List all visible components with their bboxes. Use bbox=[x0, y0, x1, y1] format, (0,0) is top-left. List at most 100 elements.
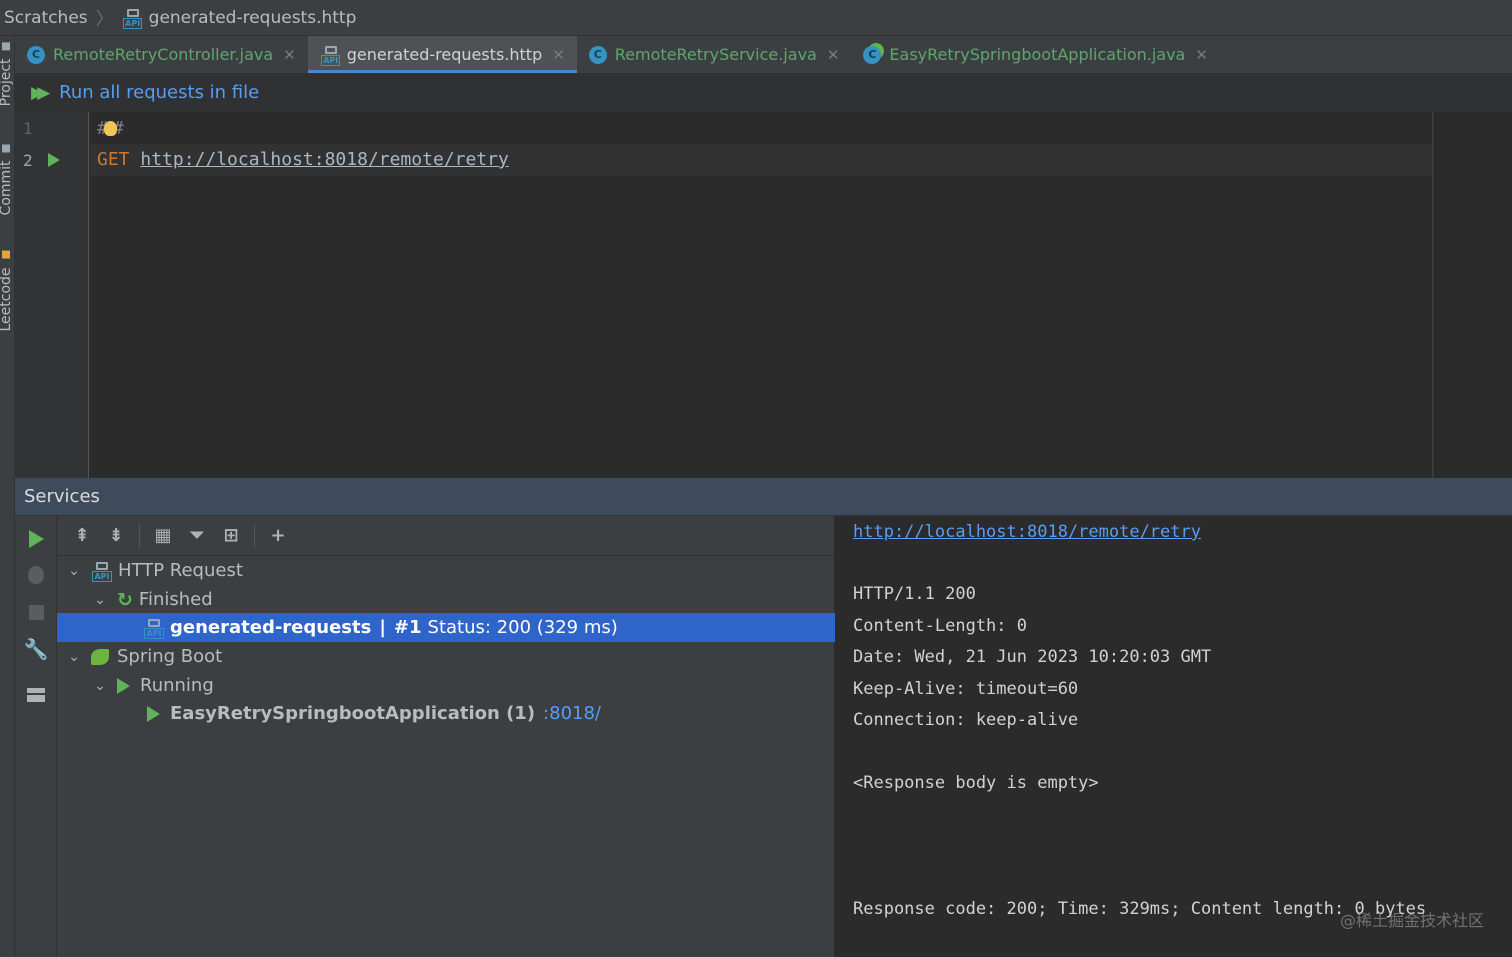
tree-label: HTTP Request bbox=[118, 560, 243, 581]
leetcode-tool-tab[interactable]: Leetcode bbox=[0, 251, 14, 332]
run-icon bbox=[28, 530, 44, 548]
add-service-icon[interactable]: + bbox=[267, 525, 289, 547]
close-icon[interactable]: ✕ bbox=[827, 46, 840, 64]
run-all-bar: ▶▶ Run all requests in file bbox=[15, 74, 1512, 112]
new-tab-icon[interactable]: ⊞ bbox=[220, 525, 242, 547]
settings-button[interactable]: 🔧 bbox=[23, 637, 49, 661]
tab-easy-retry-springboot-application[interactable]: C EasyRetrySpringbootApplication.java ✕ bbox=[851, 36, 1220, 73]
services-toolbar: ⇞ ⇟ ▦ ⏷ ⊞ + bbox=[57, 516, 835, 556]
response-url-link[interactable]: http://localhost:8018/remote/retry bbox=[853, 522, 1201, 542]
request-url[interactable]: http://localhost:8018/remote/retry bbox=[140, 149, 508, 170]
run-button[interactable] bbox=[25, 528, 47, 550]
breadcrumb-separator-icon: 〉 bbox=[95, 8, 114, 30]
services-tree-panel: ⇞ ⇟ ▦ ⏷ ⊞ + ⌄ API HTTP Request ⌄ ↻ Finis… bbox=[57, 516, 835, 957]
stop-icon bbox=[28, 604, 44, 620]
request-status: Status: 200 (329 ms) bbox=[427, 617, 618, 638]
editor-tab-bar: C RemoteRetryController.java ✕ API gener… bbox=[15, 36, 1512, 74]
http-request-icon: API bbox=[91, 560, 113, 582]
close-icon[interactable]: ✕ bbox=[283, 46, 296, 64]
http-request-icon: API bbox=[143, 617, 165, 639]
folder-icon bbox=[2, 42, 10, 50]
tree-label: Spring Boot bbox=[117, 646, 223, 667]
class-icon: C bbox=[27, 45, 45, 64]
tree-label: Running bbox=[140, 675, 214, 696]
run-all-requests-link[interactable]: Run all requests in file bbox=[59, 82, 259, 103]
lightbulb-icon[interactable] bbox=[103, 121, 117, 136]
group-by-icon[interactable]: ▦ bbox=[152, 525, 174, 547]
wrench-icon: 🔧 bbox=[23, 637, 49, 661]
chevron-down-icon[interactable]: ⌄ bbox=[93, 592, 107, 608]
run-request-icon[interactable] bbox=[48, 153, 60, 167]
layout-icon bbox=[27, 688, 45, 702]
code-editor[interactable]: 1 2 # # GET http://localhost:8018/remote/… bbox=[15, 112, 1512, 478]
app-port-link[interactable]: :8018/ bbox=[543, 703, 601, 724]
services-title: Services bbox=[24, 486, 100, 507]
running-icon bbox=[117, 677, 130, 694]
leetcode-tab-label: Leetcode bbox=[0, 267, 14, 332]
project-tab-label: Project bbox=[0, 58, 14, 107]
commit-tool-tab[interactable]: Commit bbox=[0, 144, 14, 215]
tab-label: EasyRetrySpringbootApplication.java bbox=[889, 45, 1186, 64]
close-icon[interactable]: ✕ bbox=[552, 46, 565, 64]
request-name: generated-requests bbox=[170, 617, 372, 638]
editor-scrollbar[interactable] bbox=[1433, 112, 1512, 478]
tab-remote-retry-controller[interactable]: C RemoteRetryController.java ✕ bbox=[15, 36, 308, 73]
services-sidebar: 🔧 bbox=[15, 516, 57, 957]
expand-all-icon[interactable]: ⇞ bbox=[71, 525, 93, 547]
response-header: Content-Length: 0 bbox=[853, 616, 1027, 636]
response-header: Keep-Alive: timeout=60 bbox=[853, 679, 1079, 699]
code-line-2: GET http://localhost:8018/remote/retry bbox=[97, 149, 509, 170]
tab-generated-requests[interactable]: API generated-requests.http ✕ bbox=[307, 36, 577, 73]
tab-remote-retry-service[interactable]: C RemoteRetryService.java ✕ bbox=[577, 36, 852, 73]
response-header: Date: Wed, 21 Jun 2023 10:20:03 GMT bbox=[853, 647, 1212, 667]
stop-button[interactable] bbox=[25, 601, 47, 623]
running-icon bbox=[147, 705, 160, 722]
commit-icon bbox=[2, 144, 10, 152]
tree-label: Finished bbox=[138, 589, 213, 610]
response-body: <Response body is empty> bbox=[853, 773, 1099, 793]
request-number: #1 bbox=[393, 617, 422, 638]
project-tool-tab[interactable]: Project bbox=[0, 42, 14, 106]
tree-node-easy-retry-app[interactable]: EasyRetrySpringbootApplication (1) :8018… bbox=[57, 699, 835, 728]
tree-node-generated-requests[interactable]: API generated-requests | #1 Status: 200 … bbox=[57, 613, 835, 642]
tab-label: RemoteRetryService.java bbox=[614, 45, 817, 64]
spring-boot-icon bbox=[91, 648, 109, 665]
filter-icon[interactable]: ⏷ bbox=[186, 525, 208, 547]
chevron-down-icon[interactable]: ⌄ bbox=[67, 649, 81, 665]
spring-class-icon: C bbox=[863, 45, 882, 64]
toolbar-separator bbox=[254, 523, 255, 548]
tree-node-finished[interactable]: ⌄ ↻ Finished bbox=[57, 585, 835, 614]
line-number: 1 bbox=[23, 119, 33, 138]
response-panel: http://localhost:8018/remote/retry HTTP/… bbox=[835, 516, 1512, 957]
breadcrumb: Scratches 〉 API generated-requests.http bbox=[0, 0, 1512, 36]
http-file-icon: API bbox=[320, 44, 342, 66]
response-header: Connection: keep-alive bbox=[853, 710, 1079, 730]
tree-node-http-request[interactable]: ⌄ API HTTP Request bbox=[57, 556, 835, 585]
chevron-down-icon[interactable]: ⌄ bbox=[67, 563, 81, 579]
chevron-down-icon[interactable]: ⌄ bbox=[93, 678, 107, 694]
request-separator: | bbox=[379, 617, 386, 638]
breadcrumb-root[interactable]: Scratches bbox=[4, 8, 88, 28]
response-status-line: HTTP/1.1 200 bbox=[853, 584, 976, 604]
tree-node-spring-boot[interactable]: ⌄ Spring Boot bbox=[57, 642, 835, 671]
class-icon: C bbox=[588, 45, 607, 64]
line-number: 2 bbox=[23, 151, 33, 170]
tree-node-running[interactable]: ⌄ Running bbox=[57, 671, 835, 700]
leetcode-icon bbox=[2, 251, 10, 259]
watermark: @稀土掘金技术社区 bbox=[1339, 911, 1484, 930]
debug-icon bbox=[28, 566, 44, 584]
editor-gutter: 1 2 bbox=[15, 112, 89, 478]
close-icon[interactable]: ✕ bbox=[1195, 46, 1208, 64]
http-file-icon: API bbox=[122, 7, 144, 29]
breadcrumb-file[interactable]: generated-requests.http bbox=[149, 8, 357, 28]
debug-button[interactable] bbox=[25, 564, 47, 586]
run-all-icon[interactable]: ▶▶ bbox=[31, 83, 50, 103]
app-name: EasyRetrySpringbootApplication (1) bbox=[170, 703, 536, 724]
collapse-all-icon[interactable]: ⇟ bbox=[105, 525, 127, 547]
left-tool-strip: Project Commit Leetcode bbox=[0, 36, 15, 957]
code-line-1: # # bbox=[97, 118, 124, 139]
tab-label: generated-requests.http bbox=[346, 45, 543, 64]
toolbar-separator bbox=[139, 523, 140, 548]
layout-button[interactable] bbox=[25, 684, 47, 706]
finished-icon: ↻ bbox=[117, 588, 133, 611]
